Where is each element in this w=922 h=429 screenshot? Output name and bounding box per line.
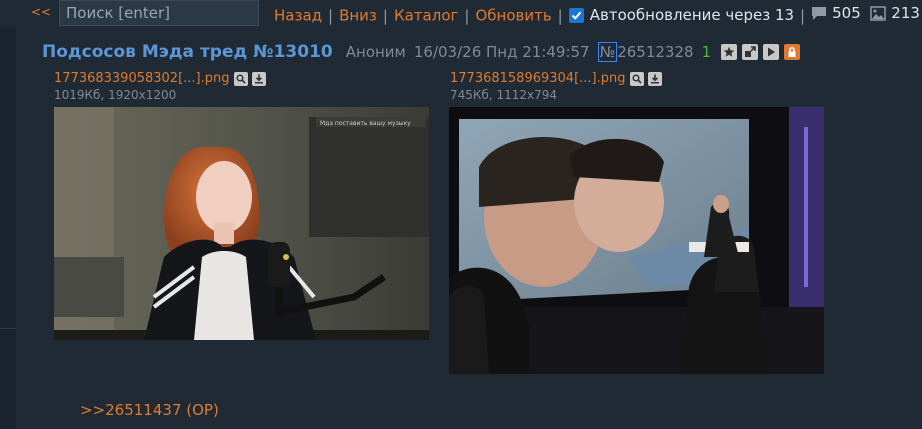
expand-icon: [745, 46, 756, 57]
top-bar: << Назад | Вниз | Каталог | Обновить | Автообнов…: [0, 0, 922, 28]
nav-catalog-link[interactable]: Каталог: [394, 7, 458, 25]
search-icon: [632, 73, 643, 84]
file-1-name[interactable]: 177368339058302[...].png: [54, 71, 229, 86]
nav-separator: |: [800, 6, 806, 25]
reply-count[interactable]: 1: [702, 43, 712, 61]
search-input[interactable]: [59, 0, 259, 26]
file-2-download-button[interactable]: [648, 71, 663, 86]
file-2-meta: 745Кб, 1112x794: [450, 88, 557, 102]
thread-title: Подсосов Мэда тред №13010: [42, 42, 333, 62]
nav-bar: Назад | Вниз | Каталог | Обновить | Автообновлен…: [274, 4, 920, 25]
nav-back-link[interactable]: Назад: [274, 7, 322, 25]
posts-count: 505: [832, 4, 861, 22]
left-gutter: [0, 28, 16, 429]
star-icon: [723, 46, 735, 57]
back-link[interactable]: <<: [31, 5, 51, 19]
file-2-search-button[interactable]: [630, 71, 645, 86]
post-number-sign[interactable]: №: [597, 42, 618, 62]
search-icon: [236, 73, 247, 84]
download-icon: [651, 74, 660, 83]
op-reply-link[interactable]: >>26511437 (OP): [80, 401, 219, 419]
expand-button[interactable]: [742, 44, 759, 60]
file-2-name[interactable]: 177368158969304[...].png: [450, 71, 625, 86]
file-1-overlay-text: Мда поставить вашу музыку: [320, 120, 411, 127]
file-2-info: 177368158969304[...].png 745Кб, 1112x794: [450, 71, 666, 102]
lock-icon: [788, 47, 796, 57]
nav-separator: |: [382, 6, 388, 25]
nav-down-link[interactable]: Вниз: [339, 7, 377, 25]
nav-separator: |: [464, 6, 470, 25]
post-author: Аноним: [345, 43, 406, 61]
file-1-thumbnail[interactable]: Мда поставить вашу музыку: [54, 107, 429, 340]
file-2-thumbnail[interactable]: [449, 107, 824, 374]
posts-stat: 505: [811, 4, 861, 22]
image-icon: [870, 5, 887, 21]
play-button[interactable]: [763, 44, 780, 60]
auto-update-checkbox[interactable]: [568, 7, 584, 23]
nav-separator: |: [557, 6, 563, 25]
file-1-meta: 1019Кб, 1920x1200: [54, 88, 177, 102]
download-icon: [255, 74, 264, 83]
lock-button[interactable]: [784, 44, 801, 60]
gutter-divider: [0, 328, 16, 329]
play-icon: [768, 47, 776, 57]
post-header: Подсосов Мэда тред №13010 Аноним 16/03/2…: [42, 42, 805, 62]
nav-separator: |: [328, 6, 334, 25]
file-1-download-button[interactable]: [252, 71, 267, 86]
auto-update-toggle[interactable]: Автообновление через 13: [568, 6, 795, 24]
images-count: 213: [891, 4, 920, 22]
images-stat: 213: [870, 4, 920, 22]
check-icon: [571, 11, 581, 20]
post-number[interactable]: 26512328: [617, 43, 693, 61]
post-datetime: 16/03/26 Пнд 21:49:57: [413, 43, 590, 61]
auto-update-label: Автообновление через 13: [589, 6, 795, 24]
favorite-button[interactable]: [721, 44, 738, 60]
file-1-search-button[interactable]: [234, 71, 249, 86]
comment-icon: [812, 6, 827, 20]
nav-refresh-link[interactable]: Обновить: [475, 7, 551, 25]
file-1-info: 177368339058302[...].png 1019Кб, 1920x12…: [54, 71, 270, 102]
